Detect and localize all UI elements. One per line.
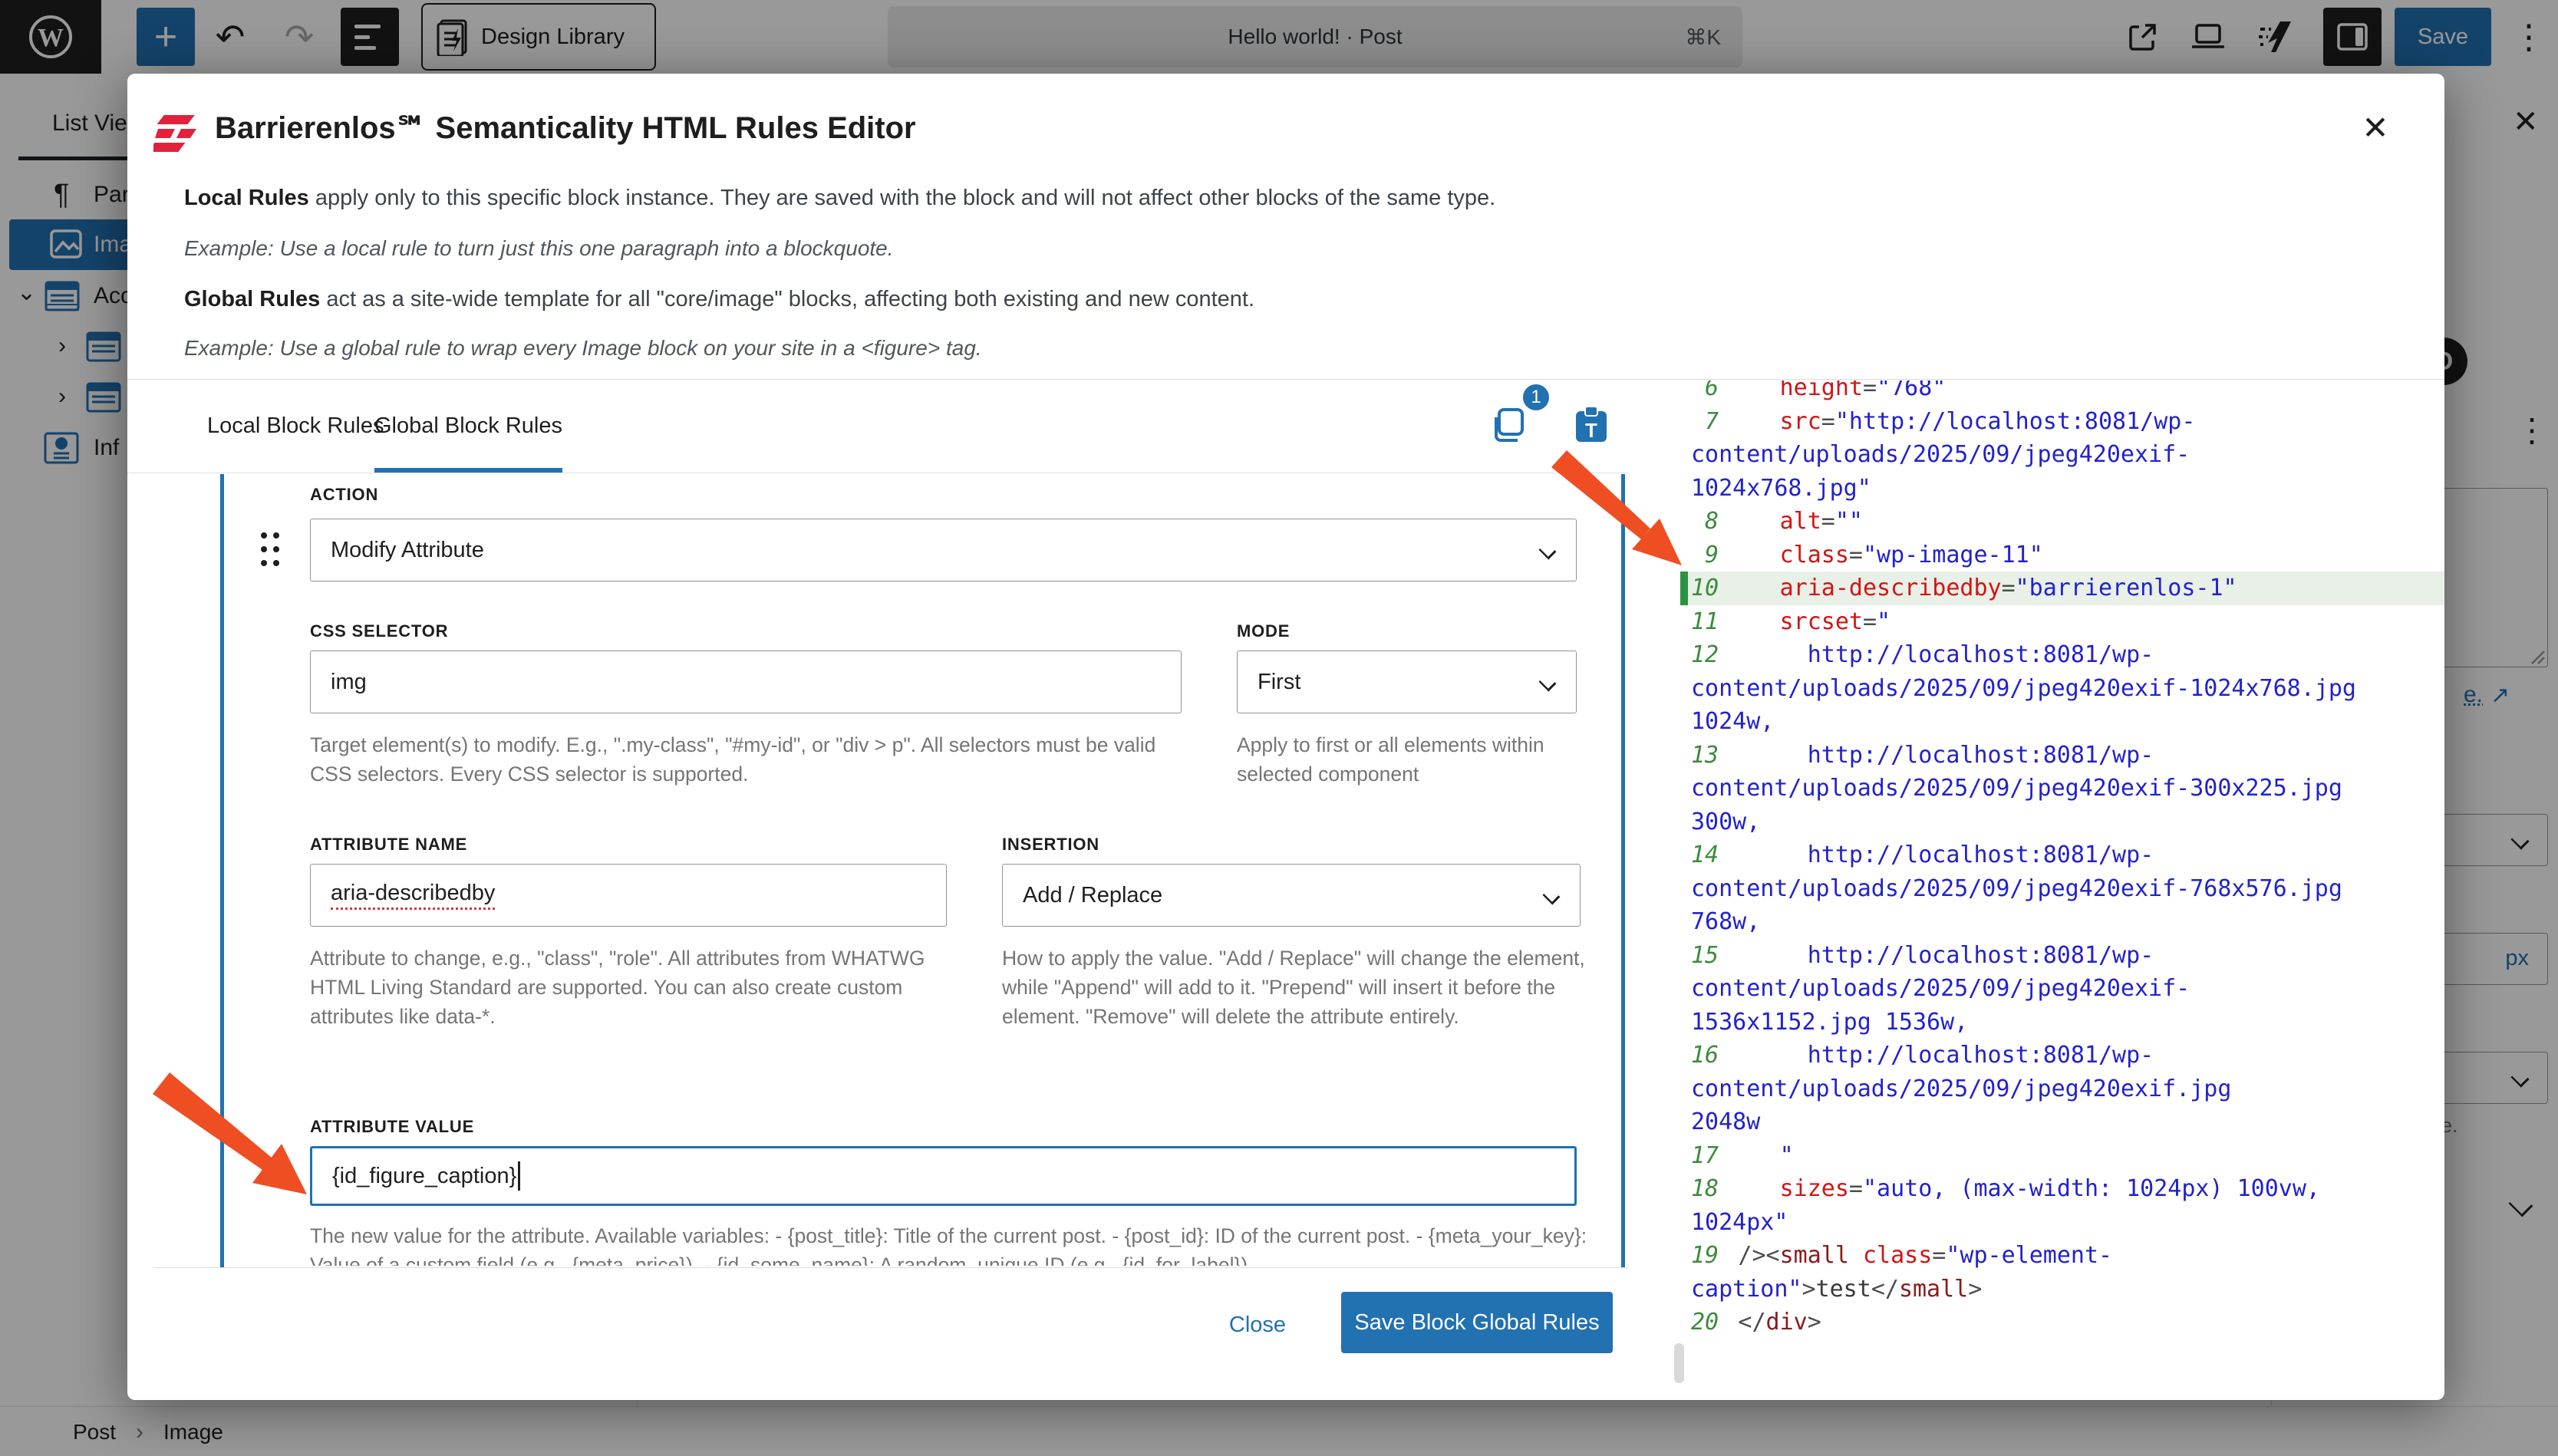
attribute-value-text: {id_figure_caption} [332, 1164, 516, 1189]
line-number: 16 [1691, 1039, 1719, 1072]
save-block-global-rules-button[interactable]: Save Block Global Rules [1341, 1292, 1613, 1353]
chevron-down-icon [1539, 674, 1557, 692]
annotation-arrow-head [252, 1144, 307, 1194]
line-number: 12 [1691, 638, 1719, 672]
chevron-down-icon [1543, 888, 1561, 905]
drag-handle[interactable] [255, 528, 285, 574]
barrierenlos-logo-icon [153, 114, 203, 156]
line-number: 6 [1691, 380, 1719, 405]
attribute-name-label: ATTRIBUTE NAME [310, 835, 467, 855]
global-rules-text: act as a site-wide template for all "cor… [320, 287, 1254, 311]
code-line-19: 19 /><small class="wp-element-caption">t… [1680, 1239, 2444, 1306]
local-rules-term: Local Rules [184, 186, 309, 210]
global-rules-example: Example: Use a global rule to wrap every… [184, 336, 982, 361]
css-selector-label: CSS SELECTOR [310, 621, 448, 641]
copy-rules-button[interactable] [1492, 407, 1527, 445]
mode-value: First [1258, 670, 1300, 695]
attribute-name-value: aria-describedby [331, 881, 495, 910]
line-number: 10 [1691, 572, 1719, 605]
code-line-10: 10 aria-describedby="barrierenlos-1" [1680, 572, 2444, 605]
attribute-value-input[interactable]: {id_figure_caption} [310, 1146, 1577, 1206]
html-rules-editor-modal: Barrierenlos℠ Semanticality HTML Rules E… [127, 74, 2444, 1400]
attribute-value-help: The new value for the attribute. Availab… [310, 1221, 1607, 1266]
line-number: 15 [1691, 939, 1719, 973]
code-line-11: 11 srcset=" [1680, 605, 2444, 639]
annotation-arrow-shaft [153, 1072, 272, 1170]
code-content: 6 height="768"7 src="http://localhost:80… [1680, 380, 2444, 1339]
close-icon: ✕ [2362, 109, 2388, 147]
action-value: Modify Attribute [331, 538, 484, 563]
mode-select[interactable]: First [1237, 651, 1577, 713]
code-line-17: 17 " [1680, 1139, 2444, 1173]
code-line-18: 18 sizes="auto, (max-width: 1024px) 100v… [1680, 1172, 2444, 1239]
line-number: 7 [1691, 405, 1719, 439]
line-number: 18 [1691, 1172, 1719, 1206]
global-rules-description: Global Rules act as a site-wide template… [184, 287, 1254, 312]
rule-card-border-right [1621, 474, 1625, 1267]
global-rules-term: Global Rules [184, 287, 320, 311]
code-scrollbar-thumb[interactable] [1674, 1343, 1684, 1383]
line-number: 9 [1691, 539, 1719, 572]
line-number: 19 [1691, 1239, 1719, 1273]
action-label: ACTION [310, 485, 378, 505]
code-line-15: 15 http://localhost:8081/wp-content/uplo… [1680, 939, 2444, 1039]
css-selector-input[interactable]: img [310, 651, 1182, 713]
attribute-name-input[interactable]: aria-describedby [310, 864, 947, 927]
code-line-13: 13 http://localhost:8081/wp-content/uplo… [1680, 739, 2444, 839]
line-number: 17 [1691, 1139, 1719, 1173]
local-rules-example: Example: Use a local rule to turn just t… [184, 236, 894, 261]
code-preview-panel[interactable]: 6 height="768"7 src="http://localhost:80… [1680, 380, 2444, 1400]
annotation-arrow-head [1632, 519, 1682, 565]
paste-rules-button[interactable]: T [1573, 405, 1610, 445]
mode-help: Apply to first or all elements within se… [1237, 730, 1582, 789]
rules-tabs: Local Block Rules Global Block Rules [127, 380, 1628, 473]
svg-text:T: T [1585, 419, 1597, 442]
code-line-16: 16 http://localhost:8081/wp-content/uplo… [1680, 1039, 2444, 1139]
code-line-12: 12 http://localhost:8081/wp-content/uplo… [1680, 638, 2444, 739]
footer-divider [153, 1267, 1628, 1268]
css-selector-help: Target element(s) to modify. E.g., ".my-… [310, 730, 1185, 789]
line-number: 14 [1691, 838, 1719, 872]
tab-global-block-rules[interactable]: Global Block Rules [374, 380, 562, 473]
line-number: 20 [1691, 1306, 1719, 1339]
code-line-8: 8 alt="" [1680, 505, 2444, 539]
tab-local-block-rules[interactable]: Local Block Rules [207, 380, 384, 473]
insertion-help: How to apply the value. "Add / Replace" … [1002, 944, 1585, 1031]
css-selector-value: img [331, 670, 367, 695]
mode-label: MODE [1237, 621, 1290, 641]
attribute-name-help: Attribute to change, e.g., "class", "rol… [310, 944, 931, 1031]
code-line-9: 9 class="wp-image-11" [1680, 539, 2444, 572]
code-line-7: 7 src="http://localhost:8081/wp-content/… [1680, 405, 2444, 506]
line-number: 8 [1691, 505, 1719, 539]
wordpress-editor: W + ↶ ↷ Design Library Hello world! · Po… [0, 0, 2558, 1456]
rule-card-border-left [220, 474, 224, 1267]
insertion-label: INSERTION [1002, 835, 1099, 855]
insertion-value: Add / Replace [1023, 883, 1162, 908]
action-select[interactable]: Modify Attribute [310, 519, 1577, 581]
attribute-value-label: ATTRIBUTE VALUE [310, 1117, 474, 1137]
close-modal-text-button[interactable]: Close [1208, 1298, 1307, 1352]
modal-title: Barrierenlos℠ Semanticality HTML Rules E… [215, 110, 916, 146]
code-line-14: 14 http://localhost:8081/wp-content/uplo… [1680, 838, 2444, 939]
copy-count-badge: 1 [1521, 382, 1551, 413]
chevron-down-icon [1539, 542, 1557, 560]
close-modal-button[interactable]: ✕ [2352, 104, 2398, 150]
code-line-6: 6 height="768" [1680, 380, 2444, 405]
text-cursor [518, 1161, 520, 1191]
line-number: 13 [1691, 739, 1719, 772]
code-line-20: 20 </div> [1680, 1306, 2444, 1339]
local-rules-text: apply only to this specific block instan… [309, 186, 1495, 210]
line-number: 11 [1691, 605, 1719, 639]
insertion-select[interactable]: Add / Replace [1002, 864, 1581, 927]
local-rules-description: Local Rules apply only to this specific … [184, 186, 1495, 211]
